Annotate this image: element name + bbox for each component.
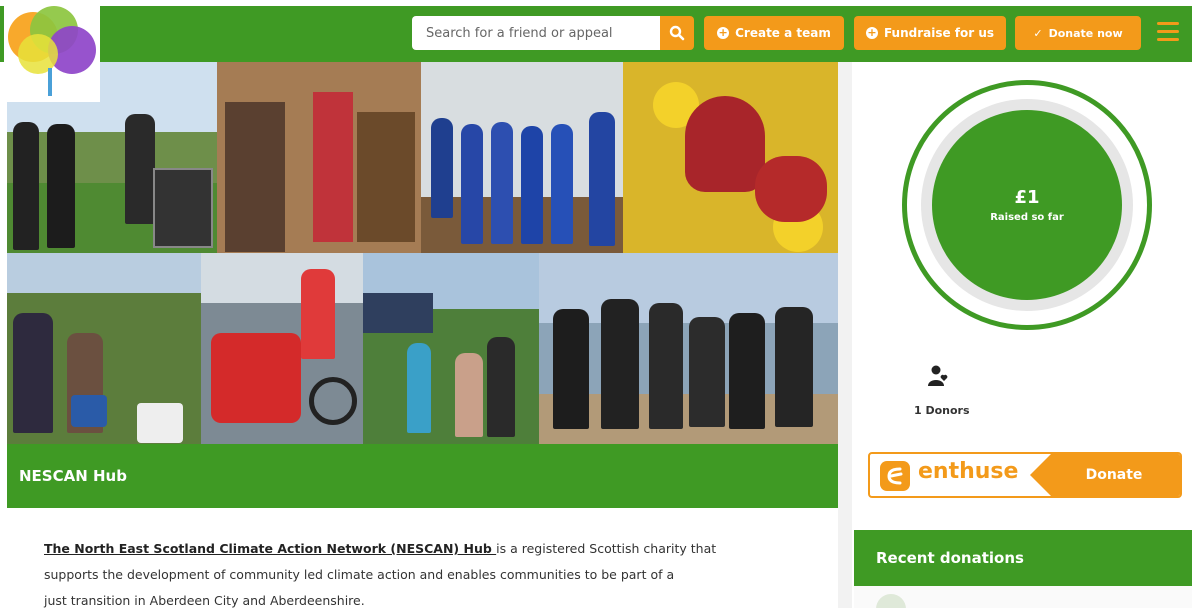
recent-donations-list	[854, 586, 1192, 608]
sidebar-divider	[838, 62, 852, 608]
raised-label: Raised so far	[990, 212, 1064, 223]
search-button[interactable]	[660, 16, 694, 50]
appeal-title-bar: NESCAN Hub	[7, 444, 838, 508]
photo-trishaw-ride	[201, 253, 363, 444]
plus-circle-icon: +	[717, 26, 730, 39]
plus-circle-icon: +	[865, 26, 878, 39]
create-team-button[interactable]: + Create a team	[704, 16, 844, 50]
enthuse-logo	[880, 461, 910, 491]
description-line-3: just transition in Aberdeen City and Abe…	[44, 593, 365, 608]
photo-beach-clean	[539, 253, 838, 444]
description-line-1: is a registered Scottish charity that	[496, 541, 717, 556]
enthuse-donate-label: Donate	[1030, 454, 1180, 496]
search-input[interactable]	[412, 16, 660, 50]
donate-now-label: Donate now	[1048, 26, 1123, 40]
photo-collage	[7, 62, 838, 444]
photo-festival-stalls	[363, 253, 539, 444]
photo-charity-shop	[217, 62, 421, 253]
description-line-2: supports the development of community le…	[44, 567, 675, 582]
photo-community-event	[7, 253, 201, 444]
donate-now-button[interactable]: ✓ Donate now	[1015, 16, 1141, 50]
donor-count: 1 Donors	[914, 404, 970, 417]
photo-polytunnel-opening	[421, 62, 623, 253]
fundraise-button[interactable]: + Fundraise for us	[854, 16, 1006, 50]
photo-butterfly-flowers	[623, 62, 838, 253]
user-heart-icon	[928, 365, 948, 386]
recent-donations-header: Recent donations	[854, 530, 1192, 586]
avatar	[876, 594, 906, 608]
fundraise-label: Fundraise for us	[883, 26, 995, 40]
amount-raised: £1	[1014, 187, 1040, 208]
enthuse-brand: enthuse	[918, 459, 1019, 484]
page-title: NESCAN Hub	[19, 467, 127, 485]
check-icon: ✓	[1033, 26, 1043, 40]
enthuse-donate-button[interactable]: enthuse Donate	[868, 452, 1182, 498]
search-icon	[669, 25, 685, 41]
charity-logo[interactable]	[4, 4, 100, 102]
nescan-hub-link[interactable]: The North East Scotland Climate Action N…	[44, 541, 496, 556]
recent-donations-title: Recent donations	[876, 549, 1024, 567]
appeal-description: The North East Scotland Climate Action N…	[44, 536, 824, 608]
search-field[interactable]	[412, 16, 660, 50]
amount-raised-circle: £1 Raised so far	[932, 110, 1122, 300]
menu-icon[interactable]	[1157, 22, 1179, 42]
create-team-label: Create a team	[735, 26, 831, 40]
